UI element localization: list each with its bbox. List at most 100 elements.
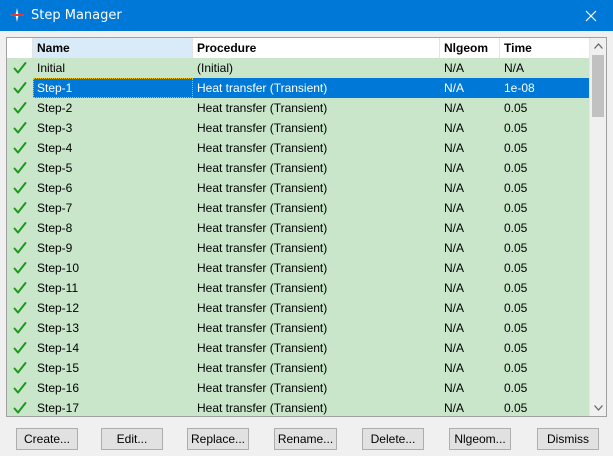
step-procedure: Heat transfer (Transient) bbox=[197, 401, 328, 415]
row-status-cell bbox=[7, 98, 33, 118]
step-time: 0.05 bbox=[504, 241, 528, 255]
step-procedure: Heat transfer (Transient) bbox=[197, 361, 328, 375]
step-procedure: Heat transfer (Transient) bbox=[197, 261, 328, 275]
step-procedure: Heat transfer (Transient) bbox=[197, 281, 328, 295]
step-name: Step-1 bbox=[33, 78, 193, 98]
step-nlgeom: N/A bbox=[444, 321, 465, 335]
step-time: 0.05 bbox=[504, 201, 528, 215]
header-corner bbox=[7, 38, 33, 58]
checkmark-icon bbox=[13, 381, 27, 394]
step-procedure: Heat transfer (Transient) bbox=[197, 141, 328, 155]
close-button[interactable] bbox=[569, 0, 613, 31]
column-header-name[interactable]: Name bbox=[33, 38, 193, 58]
step-time: N/A bbox=[504, 61, 525, 75]
table-row[interactable]: Step-11 Heat transfer (Transient) N/A 0.05 bbox=[7, 278, 592, 298]
step-nlgeom: N/A bbox=[444, 401, 465, 415]
column-header-procedure[interactable]: Procedure bbox=[193, 38, 440, 58]
title-bar[interactable]: Step Manager bbox=[0, 0, 613, 31]
step-name: Step-9 bbox=[37, 241, 73, 255]
window-title: Step Manager bbox=[31, 8, 122, 23]
table-row[interactable]: Initial (Initial) N/A N/A bbox=[7, 58, 592, 78]
row-status-cell bbox=[7, 138, 33, 158]
column-header-nlgeom[interactable]: Nlgeom bbox=[440, 38, 500, 58]
row-status-cell bbox=[7, 58, 33, 78]
table-row[interactable]: Step-3 Heat transfer (Transient) N/A 0.05 bbox=[7, 118, 592, 138]
step-name: Step-2 bbox=[37, 101, 73, 115]
step-procedure: (Initial) bbox=[197, 61, 234, 75]
table-row[interactable]: Step-10 Heat transfer (Transient) N/A 0.05 bbox=[7, 258, 592, 278]
row-status-cell bbox=[7, 178, 33, 198]
checkmark-icon bbox=[13, 81, 27, 94]
step-nlgeom: N/A bbox=[444, 101, 465, 115]
table-row[interactable]: Step-15 Heat transfer (Transient) N/A 0.05 bbox=[7, 358, 592, 378]
table-row[interactable]: Step-9 Heat transfer (Transient) N/A 0.05 bbox=[7, 238, 592, 258]
step-name: Step-7 bbox=[37, 201, 73, 215]
scroll-up-button[interactable] bbox=[590, 38, 606, 54]
table-row[interactable]: Step-17 Heat transfer (Transient) N/A 0.05 bbox=[7, 398, 592, 416]
checkmark-icon bbox=[13, 401, 27, 414]
step-time: 0.05 bbox=[504, 381, 528, 395]
step-name: Step-11 bbox=[37, 281, 79, 295]
table-row[interactable]: Step-1 Heat transfer (Transient) N/A 1e-08 bbox=[7, 78, 592, 98]
table-row[interactable]: Step-12 Heat transfer (Transient) N/A 0.05 bbox=[7, 298, 592, 318]
nlgeom-button[interactable]: Nlgeom... bbox=[449, 428, 511, 450]
checkmark-icon bbox=[13, 161, 27, 174]
step-nlgeom: N/A bbox=[444, 181, 465, 195]
table-row[interactable]: Step-14 Heat transfer (Transient) N/A 0.05 bbox=[7, 338, 592, 358]
row-status-cell bbox=[7, 338, 33, 358]
step-nlgeom: N/A bbox=[444, 281, 465, 295]
table-row[interactable]: Step-7 Heat transfer (Transient) N/A 0.05 bbox=[7, 198, 592, 218]
step-time: 0.05 bbox=[504, 281, 528, 295]
button-bar: Create... Edit... Replace... Rename... D… bbox=[0, 428, 613, 450]
rename-button[interactable]: Rename... bbox=[274, 428, 337, 450]
step-name: Step-8 bbox=[37, 221, 73, 235]
step-time: 0.05 bbox=[504, 161, 528, 175]
step-name: Step-16 bbox=[37, 381, 80, 395]
step-time: 0.05 bbox=[504, 361, 528, 375]
table-row[interactable]: Step-13 Heat transfer (Transient) N/A 0.05 bbox=[7, 318, 592, 338]
table-row[interactable]: Step-5 Heat transfer (Transient) N/A 0.05 bbox=[7, 158, 592, 178]
step-name: Initial bbox=[37, 61, 66, 75]
step-procedure: Heat transfer (Transient) bbox=[197, 341, 328, 355]
checkmark-icon bbox=[13, 101, 27, 114]
step-procedure: Heat transfer (Transient) bbox=[197, 161, 328, 175]
table-row[interactable]: Step-2 Heat transfer (Transient) N/A 0.05 bbox=[7, 98, 592, 118]
step-name: Step-15 bbox=[37, 361, 80, 375]
step-name: Step-12 bbox=[37, 301, 80, 315]
step-name: Step-3 bbox=[37, 121, 73, 135]
checkmark-icon bbox=[13, 141, 27, 154]
column-header-time[interactable]: Time bbox=[500, 38, 592, 58]
dismiss-button[interactable]: Dismiss bbox=[537, 428, 599, 450]
steps-table: Name Procedure Nlgeom Time Initial (Initi… bbox=[6, 37, 607, 417]
step-time: 0.05 bbox=[504, 261, 528, 275]
row-status-cell bbox=[7, 318, 33, 338]
vertical-scrollbar[interactable] bbox=[589, 38, 606, 416]
checkmark-icon bbox=[13, 241, 27, 254]
create-button[interactable]: Create... bbox=[16, 428, 78, 450]
table-row[interactable]: Step-4 Heat transfer (Transient) N/A 0.05 bbox=[7, 138, 592, 158]
step-time: 0.05 bbox=[504, 121, 528, 135]
table-row[interactable]: Step-8 Heat transfer (Transient) N/A 0.05 bbox=[7, 218, 592, 238]
step-nlgeom: N/A bbox=[444, 61, 465, 75]
step-procedure: Heat transfer (Transient) bbox=[197, 321, 328, 335]
step-time: 0.05 bbox=[504, 401, 528, 415]
delete-button[interactable]: Delete... bbox=[362, 428, 424, 450]
scrollbar-thumb[interactable] bbox=[592, 55, 604, 117]
row-status-cell bbox=[7, 278, 33, 298]
checkmark-icon bbox=[13, 301, 27, 314]
step-nlgeom: N/A bbox=[444, 301, 465, 315]
step-time: 0.05 bbox=[504, 321, 528, 335]
edit-button[interactable]: Edit... bbox=[101, 428, 163, 450]
step-procedure: Heat transfer (Transient) bbox=[197, 241, 328, 255]
checkmark-icon bbox=[13, 201, 27, 214]
row-status-cell bbox=[7, 198, 33, 218]
table-body: Initial (Initial) N/A N/A Step-1 Heat transfe… bbox=[7, 58, 592, 416]
checkmark-icon bbox=[13, 261, 27, 274]
row-status-cell bbox=[7, 398, 33, 416]
replace-button[interactable]: Replace... bbox=[187, 428, 249, 450]
table-row[interactable]: Step-6 Heat transfer (Transient) N/A 0.05 bbox=[7, 178, 592, 198]
table-row[interactable]: Step-16 Heat transfer (Transient) N/A 0.05 bbox=[7, 378, 592, 398]
scroll-down-button[interactable] bbox=[590, 400, 606, 416]
step-name: Step-6 bbox=[37, 181, 73, 195]
step-name: Step-10 bbox=[37, 261, 80, 275]
